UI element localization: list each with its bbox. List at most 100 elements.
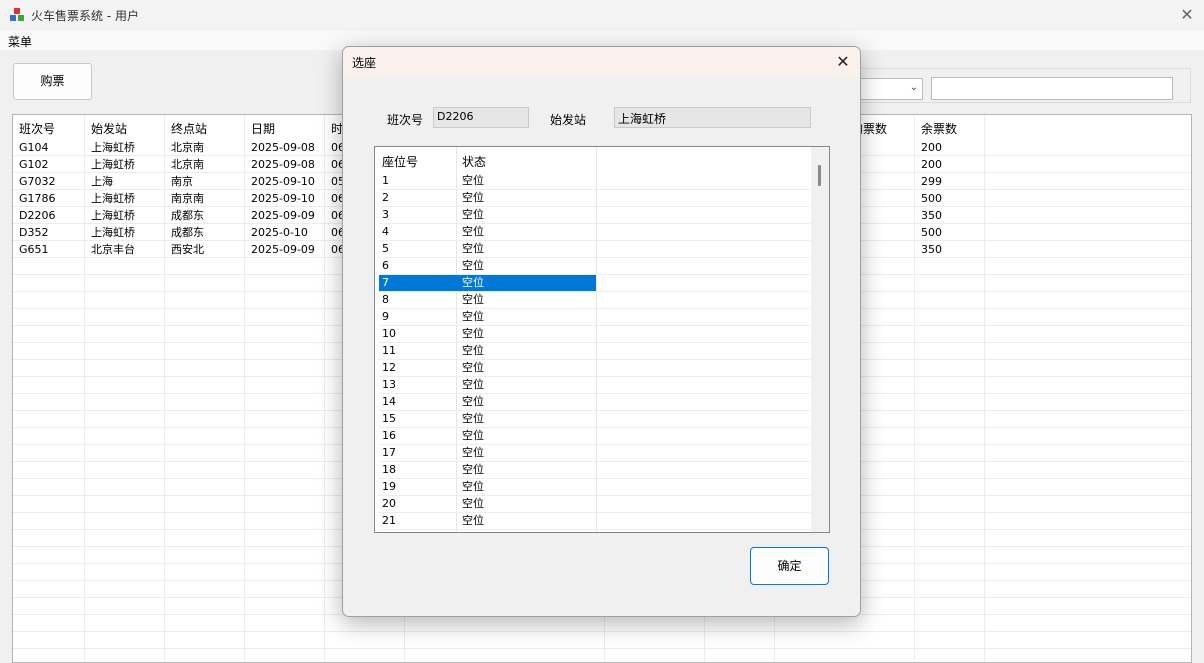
seat-status: 空位	[462, 174, 484, 187]
table-cell: 2025-09-10	[251, 192, 315, 205]
table-cell: 2025-09-10	[251, 175, 315, 188]
seat-status: 空位	[462, 378, 484, 391]
seat-list-item[interactable]: 17 空位	[379, 445, 811, 462]
buy-ticket-button[interactable]: 购票	[13, 63, 92, 100]
seat-number-header[interactable]: 座位号	[382, 153, 418, 170]
chevron-down-icon: ⌄	[909, 82, 918, 93]
confirm-button[interactable]: 确定	[750, 547, 829, 585]
grid-column-header[interactable]: 始发站	[91, 120, 127, 137]
seat-list-item[interactable]: 12 空位	[379, 360, 811, 377]
seat-list-item[interactable]: 15 空位	[379, 411, 811, 428]
table-cell: 500	[921, 226, 942, 239]
seat-number: 13	[382, 378, 396, 391]
seat-number: 17	[382, 446, 396, 459]
seat-number: 20	[382, 497, 396, 510]
train-number-field: D2206	[433, 107, 529, 128]
seat-list-header: 座位号 状态	[375, 147, 811, 173]
seat-list-item[interactable]: 9 空位	[379, 309, 811, 326]
window-close-button[interactable]: ✕	[1176, 4, 1198, 26]
table-cell: 2025-09-09	[251, 243, 315, 256]
table-cell: G7032	[19, 175, 56, 188]
seat-number: 9	[382, 310, 389, 323]
seat-list-item[interactable]: 5 空位	[379, 241, 811, 258]
seat-status: 空位	[462, 344, 484, 357]
seat-status: 空位	[462, 446, 484, 459]
seat-list-item[interactable]: 11 空位	[379, 343, 811, 360]
seat-list-scrollbar[interactable]	[811, 147, 829, 532]
seat-status: 空位	[462, 497, 484, 510]
seat-status: 空位	[462, 429, 484, 442]
table-cell: 南京南	[171, 192, 204, 205]
empty-row	[13, 649, 1191, 662]
window-title: 火车售票系统 - 用户	[31, 9, 139, 23]
seat-status: 空位	[462, 514, 484, 527]
seat-list-item[interactable]: 19 空位	[379, 479, 811, 496]
seat-list-item[interactable]: 21 空位	[379, 513, 811, 530]
table-cell: D2206	[19, 209, 56, 222]
seat-number: 1	[382, 174, 389, 187]
seat-status-header[interactable]: 状态	[462, 153, 486, 170]
grid-column-header[interactable]: 终点站	[171, 120, 207, 137]
table-cell: 2025-09-08	[251, 141, 315, 154]
table-cell: 上海虹桥	[91, 141, 135, 154]
seat-list-item[interactable]: 20 空位	[379, 496, 811, 513]
table-cell: 南京	[171, 175, 193, 188]
grid-column-header[interactable]: 余票数	[921, 120, 957, 137]
seat-list-item[interactable]: 16 空位	[379, 428, 811, 445]
table-cell: 350	[921, 209, 942, 222]
seat-list-item[interactable]: 18 空位	[379, 462, 811, 479]
dialog-title-bar: 选座 ✕	[343, 47, 860, 77]
menu-item-main[interactable]: 菜单	[8, 33, 32, 50]
seat-status: 空位	[462, 208, 484, 221]
table-cell: 北京南	[171, 141, 204, 154]
seat-status: 空位	[462, 242, 484, 255]
seat-status: 空位	[462, 327, 484, 340]
seat-list-item[interactable]: 7 空位	[379, 275, 811, 292]
seat-number: 4	[382, 225, 389, 238]
search-input[interactable]	[931, 77, 1173, 100]
grid-column-header[interactable]: 日期	[251, 120, 275, 137]
seat-number: 15	[382, 412, 396, 425]
table-cell: 上海虹桥	[91, 192, 135, 205]
table-cell: 上海	[91, 175, 113, 188]
empty-row	[13, 632, 1191, 649]
table-cell: 500	[921, 192, 942, 205]
table-cell: G651	[19, 243, 49, 256]
seat-list-item[interactable]: 6 空位	[379, 258, 811, 275]
table-cell: 成都东	[171, 226, 204, 239]
table-cell: 200	[921, 158, 942, 171]
seat-number: 3	[382, 208, 389, 221]
seat-status: 空位	[462, 225, 484, 238]
table-cell: 上海虹桥	[91, 209, 135, 222]
scrollbar-thumb[interactable]	[818, 165, 821, 186]
app-cubes-icon	[10, 8, 24, 21]
table-cell: 上海虹桥	[91, 158, 135, 171]
seat-list[interactable]: 座位号 状态 1 空位 2 空位 3 空位 4 空位 5 空位 6 空位 7 空位 8 空位 9 空位 10 空位 11…	[374, 146, 830, 533]
seat-list-item[interactable]: 1 空位	[379, 173, 811, 190]
seat-number: 6	[382, 259, 389, 272]
seat-status: 空位	[462, 395, 484, 408]
seat-list-item[interactable]: 3 空位	[379, 207, 811, 224]
seat-number: 12	[382, 361, 396, 374]
seat-number: 10	[382, 327, 396, 340]
seat-status: 空位	[462, 361, 484, 374]
seat-list-item[interactable]: 2 空位	[379, 190, 811, 207]
seat-status: 空位	[462, 310, 484, 323]
table-cell: 成都东	[171, 209, 204, 222]
seat-list-item[interactable]: 13 空位	[379, 377, 811, 394]
grid-column-header[interactable]: 班次号	[19, 120, 55, 137]
seat-list-item[interactable]: 14 空位	[379, 394, 811, 411]
table-cell: D352	[19, 226, 49, 239]
dialog-close-button[interactable]: ✕	[832, 51, 854, 73]
seat-list-item[interactable]: 8 空位	[379, 292, 811, 309]
seat-status: 空位	[462, 191, 484, 204]
departure-station-field: 上海虹桥	[614, 107, 811, 128]
seat-list-item[interactable]: 4 空位	[379, 224, 811, 241]
table-cell: 200	[921, 141, 942, 154]
seat-status: 空位	[462, 293, 484, 306]
seat-number: 5	[382, 242, 389, 255]
table-cell: G1786	[19, 192, 56, 205]
seat-number: 21	[382, 514, 396, 527]
seat-list-item[interactable]: 10 空位	[379, 326, 811, 343]
table-cell: 上海虹桥	[91, 226, 135, 239]
